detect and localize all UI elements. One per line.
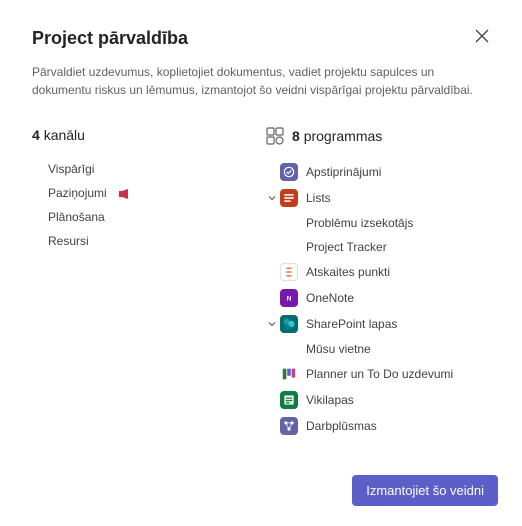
app-label: Planner un To Do uzdevumi xyxy=(306,367,453,381)
app-subitem-issue-tracker: Problēmu izsekotājs xyxy=(266,211,490,235)
close-icon[interactable] xyxy=(474,28,490,44)
chevron-down-icon[interactable] xyxy=(266,193,278,203)
app-label: Project Tracker xyxy=(306,240,387,254)
app-item-workflows: Darbplūsmas xyxy=(266,413,490,439)
channel-item: Paziņojumi xyxy=(48,181,256,205)
channel-item: Plānošana xyxy=(48,205,256,229)
app-label: SharePoint lapas xyxy=(306,317,397,331)
app-label: Darbplūsmas xyxy=(306,419,377,433)
app-item-onenote: N OneNote xyxy=(266,285,490,311)
planner-icon xyxy=(280,365,298,383)
app-label: Mūsu vietne xyxy=(306,342,371,356)
app-item-milestones: Atskaites punkti xyxy=(266,259,490,285)
template-description: Pārvaldiet uzdevumus, koplietojiet dokum… xyxy=(32,63,482,99)
svg-text:N: N xyxy=(287,296,292,303)
app-item-sharepoint[interactable]: SharePoint lapas xyxy=(266,311,490,337)
apps-column: 8 programmas Apstiprinājumi Lists Problē… xyxy=(266,127,490,439)
app-label: Vikilapas xyxy=(306,393,354,407)
apps-icon xyxy=(266,127,284,145)
app-item-approvals: Apstiprinājumi xyxy=(266,159,490,185)
app-label: Apstiprinājumi xyxy=(306,165,381,179)
onenote-icon: N xyxy=(280,289,298,307)
channel-item: Resursi xyxy=(48,229,256,253)
wiki-icon xyxy=(280,391,298,409)
channels-count: 4 xyxy=(32,127,40,143)
announcement-icon xyxy=(119,188,131,198)
workflows-icon xyxy=(280,417,298,435)
app-subitem-oursite: Mūsu vietne xyxy=(266,337,490,361)
chevron-down-icon[interactable] xyxy=(266,319,278,329)
channels-column: 4 kanālu Vispārīgi Paziņojumi Plānošana … xyxy=(32,127,256,439)
apps-header: 8 programmas xyxy=(266,127,490,145)
channel-item: Vispārīgi xyxy=(48,157,256,181)
app-label: Atskaites punkti xyxy=(306,265,390,279)
app-label: Lists xyxy=(306,191,331,205)
lists-icon xyxy=(280,189,298,207)
app-item-planner: Planner un To Do uzdevumi xyxy=(266,361,490,387)
channels-label: kanālu xyxy=(44,127,85,143)
milestones-icon xyxy=(280,263,298,281)
approvals-icon xyxy=(280,163,298,181)
app-label: Problēmu izsekotājs xyxy=(306,216,413,230)
apps-label: programmas xyxy=(304,128,383,144)
app-label: OneNote xyxy=(306,291,354,305)
apps-count: 8 xyxy=(292,128,300,144)
app-subitem-project-tracker: Project Tracker xyxy=(266,235,490,259)
page-title: Project pārvaldība xyxy=(32,28,188,49)
sharepoint-icon xyxy=(280,315,298,333)
channels-header: 4 kanālu xyxy=(32,127,256,143)
app-item-lists[interactable]: Lists xyxy=(266,185,490,211)
use-template-button[interactable]: Izmantojiet šo veidni xyxy=(352,475,498,506)
app-item-wiki: Vikilapas xyxy=(266,387,490,413)
